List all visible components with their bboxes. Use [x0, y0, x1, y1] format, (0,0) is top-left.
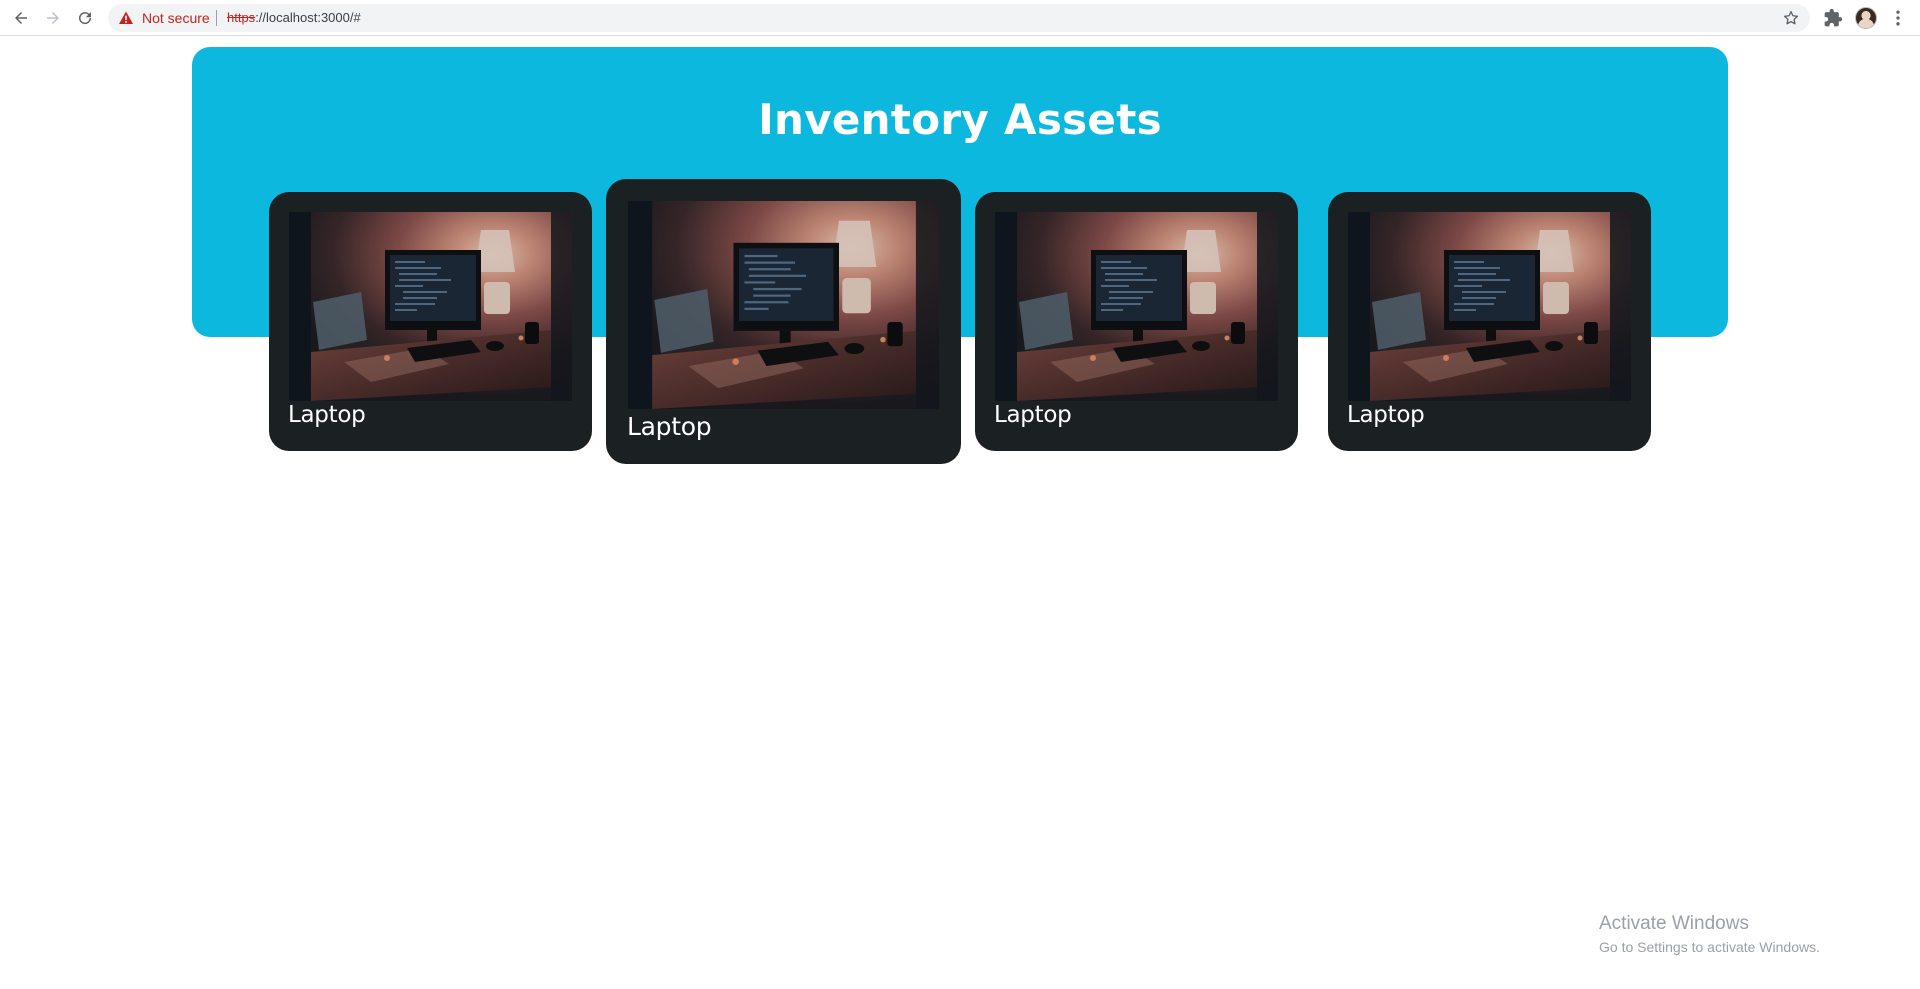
url-text[interactable]: https://localhost:3000/# — [227, 10, 361, 26]
asset-card[interactable]: Laptop — [269, 192, 592, 451]
asset-card[interactable]: Laptop — [975, 192, 1298, 451]
asset-card-highlighted[interactable]: Laptop — [606, 179, 961, 464]
asset-card-label: Laptop — [627, 412, 712, 441]
back-icon[interactable] — [9, 6, 33, 30]
asset-card[interactable]: Laptop — [1328, 192, 1651, 451]
watermark-title: Activate Windows — [1599, 913, 1749, 934]
extensions-puzzle-icon[interactable] — [1823, 8, 1843, 28]
desk-computer-photo-icon — [628, 201, 939, 409]
desk-computer-photo-icon — [995, 212, 1278, 401]
url-host: ://localhost:3000/# — [255, 10, 361, 25]
profile-avatar[interactable] — [1855, 7, 1877, 29]
asset-card-label: Laptop — [288, 402, 366, 428]
desk-computer-photo-icon — [289, 212, 572, 401]
asset-photo — [628, 201, 939, 409]
omnibox-divider — [216, 10, 217, 26]
reload-icon[interactable] — [73, 6, 97, 30]
not-secure-label[interactable]: Not secure — [142, 10, 210, 26]
forward-icon[interactable] — [41, 6, 65, 30]
desk-computer-photo-icon — [1348, 212, 1631, 401]
asset-card-label: Laptop — [994, 402, 1072, 428]
url-scheme: https — [227, 10, 256, 25]
more-menu-icon[interactable] — [1888, 8, 1908, 28]
activate-windows-watermark: Activate Windows Go to Settings to activ… — [1599, 912, 1820, 958]
bookmark-star-icon[interactable] — [1782, 9, 1800, 27]
asset-photo — [995, 212, 1278, 401]
page-title: Inventory Assets — [758, 95, 1162, 144]
asset-card-label: Laptop — [1347, 402, 1425, 428]
address-bar[interactable]: Not secure https://localhost:3000/# — [108, 4, 1810, 32]
asset-photo — [1348, 212, 1631, 401]
warning-icon — [119, 11, 133, 24]
watermark-subtitle: Go to Settings to activate Windows. — [1599, 939, 1820, 955]
asset-photo — [289, 212, 572, 401]
browser-toolbar: Not secure https://localhost:3000/# — [0, 0, 1920, 36]
